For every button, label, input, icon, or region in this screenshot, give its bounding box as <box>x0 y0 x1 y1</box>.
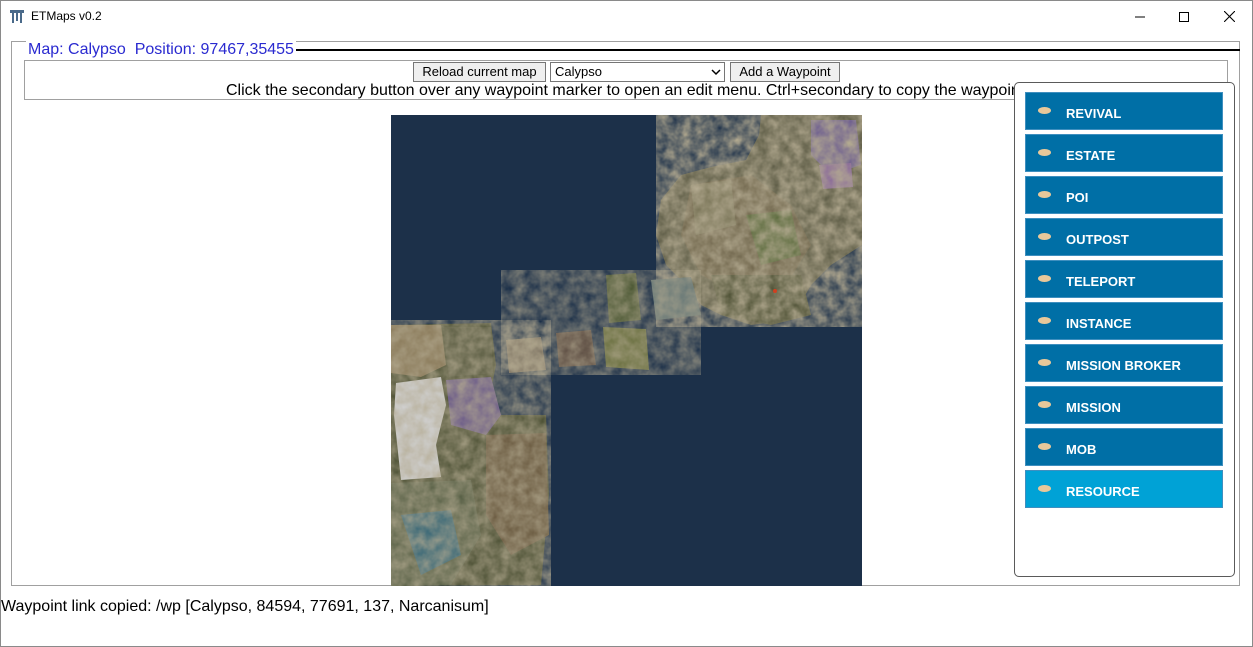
legend-rule <box>296 49 1240 51</box>
category-label: OUTPOST <box>1066 232 1129 247</box>
app-icon <box>10 10 24 23</box>
reload-map-button[interactable]: Reload current map <box>413 62 546 82</box>
category-button-mission[interactable]: MISSION <box>1025 386 1223 424</box>
category-button-estate[interactable]: ESTATE <box>1025 134 1223 172</box>
marker-icon <box>1038 401 1051 408</box>
category-button-instance[interactable]: INSTANCE <box>1025 302 1223 340</box>
maximize-icon <box>1179 11 1189 22</box>
add-waypoint-button[interactable]: Add a Waypoint <box>730 62 840 82</box>
category-button-mob[interactable]: MOB <box>1025 428 1223 466</box>
status-message: Waypoint link copied: /wp [Calypso, 8459… <box>1 598 489 615</box>
marker-icon <box>1038 275 1051 282</box>
window-title: ETMaps v0.2 <box>31 9 102 23</box>
close-button[interactable] <box>1206 1 1252 32</box>
marker-icon <box>1038 191 1051 198</box>
category-label: REVIVAL <box>1066 106 1122 121</box>
instructions-text: Click the secondary button over any wayp… <box>226 82 1025 99</box>
category-button-revival[interactable]: REVIVAL <box>1025 92 1223 130</box>
category-button-resource[interactable]: RESOURCE <box>1025 470 1223 508</box>
map-image <box>391 115 862 586</box>
marker-icon <box>1038 443 1051 450</box>
close-icon <box>1223 11 1235 22</box>
category-label: MOB <box>1066 442 1097 457</box>
category-button-outpost[interactable]: OUTPOST <box>1025 218 1223 256</box>
minimize-icon <box>1135 16 1145 17</box>
category-label: ESTATE <box>1066 148 1116 163</box>
category-label: TELEPORT <box>1066 274 1136 289</box>
continent-west <box>391 320 551 586</box>
category-button-teleport[interactable]: TELEPORT <box>1025 260 1223 298</box>
marker-icon <box>1038 317 1051 324</box>
category-label: MISSION <box>1066 400 1121 415</box>
map-position-legend: Map: Calypso Position: 97467,35455 <box>26 41 296 59</box>
map-select[interactable]: Calypso <box>550 62 725 82</box>
marker-icon <box>1038 149 1051 156</box>
minimize-button[interactable] <box>1117 1 1163 32</box>
category-label: RESOURCE <box>1066 484 1140 499</box>
category-label: POI <box>1066 190 1089 205</box>
maximize-button[interactable] <box>1161 1 1207 32</box>
title-bar[interactable]: ETMaps v0.2 <box>1 1 1252 32</box>
marker-icon <box>1038 485 1051 492</box>
map-select-value: Calypso <box>555 64 602 79</box>
world-map[interactable] <box>391 115 862 586</box>
marker-icon <box>1038 107 1051 114</box>
category-button-poi[interactable]: POI <box>1025 176 1223 214</box>
category-button-mission-broker[interactable]: MISSION BROKER <box>1025 344 1223 382</box>
category-label: INSTANCE <box>1066 316 1132 331</box>
chevron-down-icon <box>711 69 721 76</box>
marker-icon <box>1038 359 1051 366</box>
marker-icon <box>1038 233 1051 240</box>
category-label: MISSION BROKER <box>1066 358 1181 373</box>
